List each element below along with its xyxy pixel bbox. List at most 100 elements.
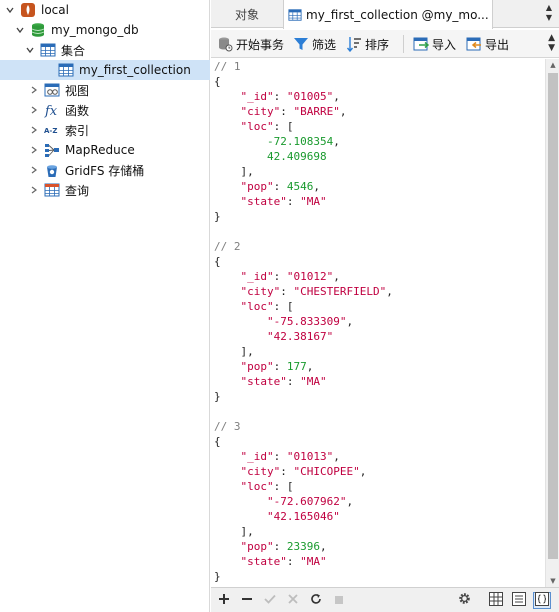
toolbar: 开始事务 筛选 排序 导入 导出 ▲ ▼: [211, 30, 559, 58]
field-value-city: "BARRE": [293, 105, 340, 118]
chevron-down-icon[interactable]: [4, 4, 16, 16]
tab-label: 对象: [234, 7, 259, 22]
settings-button[interactable]: [455, 592, 473, 609]
function-icon: fx: [44, 102, 60, 118]
chevron-right-icon[interactable]: [28, 84, 40, 96]
chevron-right-icon[interactable]: [28, 184, 40, 196]
field-value-city: "CHICOPEE": [293, 465, 360, 478]
tree-node-functions[interactable]: fx 函数: [0, 100, 210, 120]
gridfs-bucket-icon: [44, 162, 60, 178]
chevron-right-icon[interactable]: [28, 124, 40, 136]
sort-button[interactable]: 排序: [346, 33, 389, 55]
database-icon: [30, 22, 46, 38]
field-value-state: "MA": [300, 375, 327, 388]
filter-button[interactable]: 筛选: [293, 33, 336, 55]
field-key: "state": [240, 195, 287, 208]
tree-node-indexes[interactable]: A-Z 索引: [0, 120, 210, 140]
field-key: "pop": [240, 540, 274, 553]
document-text-view[interactable]: // 1{ "_id": "01005", "city": "BARRE", "…: [211, 59, 545, 587]
field-value-id: "01013": [286, 450, 334, 463]
tab-objects[interactable]: 对象: [211, 0, 283, 28]
refresh-button[interactable]: [307, 592, 325, 609]
checkmark-icon: [264, 593, 276, 609]
field-value-pop: 4546: [286, 180, 314, 193]
tree-node-label: my_mongo_db: [51, 23, 139, 37]
discard-changes-button[interactable]: [284, 592, 302, 609]
chevron-right-icon[interactable]: [28, 144, 40, 156]
navigation-tree: local my_mongo_db 集合 my_first_collection: [0, 0, 210, 612]
chevron-up-icon[interactable]: ▲: [543, 3, 555, 13]
import-button[interactable]: 导入: [413, 33, 456, 55]
document-list: // 1{ "_id": "01005", "city": "BARRE", "…: [211, 59, 545, 584]
field-value-id: "01012": [286, 270, 334, 283]
document-block: // 3{ "_id": "01013", "city": "CHICOPEE"…: [214, 420, 367, 583]
close-icon: [287, 593, 299, 609]
brace-open: {: [214, 75, 221, 88]
brace-close: }: [214, 210, 221, 223]
field-key: "_id": [240, 450, 274, 463]
field-value-longitude: "-75.833309": [266, 315, 347, 328]
export-button[interactable]: 导出: [466, 33, 509, 55]
document-index-comment: // 3: [214, 420, 241, 433]
field-key: "state": [240, 555, 287, 568]
tree-node-mapreduce[interactable]: MapReduce: [0, 140, 210, 160]
toolbar-label: 开始事务: [236, 37, 285, 52]
scroll-down-arrow-icon[interactable]: ▼: [546, 575, 559, 587]
delete-document-button[interactable]: [238, 592, 256, 609]
field-key: "loc": [240, 480, 274, 493]
toolbar-label: 筛选: [312, 37, 337, 52]
field-value-longitude: -72.108354: [266, 135, 334, 148]
brace-open: {: [214, 435, 221, 448]
export-icon: [466, 36, 482, 52]
json-view-button[interactable]: [533, 591, 551, 609]
document-block: // 1{ "_id": "01005", "city": "BARRE", "…: [214, 60, 347, 223]
filter-funnel-icon: [293, 36, 309, 52]
document-block: // 2{ "_id": "01012", "city": "CHESTERFI…: [214, 240, 393, 403]
form-view-icon: [512, 591, 526, 610]
scroll-up-arrow-icon[interactable]: ▲: [546, 59, 559, 71]
apply-changes-button[interactable]: [261, 592, 279, 609]
document-index-comment: // 1: [214, 60, 241, 73]
field-key: "city": [240, 105, 281, 118]
tree-node-local[interactable]: local: [0, 0, 210, 20]
field-value-longitude: "-72.607962": [266, 495, 347, 508]
tree-node-collections[interactable]: 集合: [0, 40, 210, 60]
scrollbar-thumb[interactable]: [548, 73, 558, 559]
brace-open: {: [214, 255, 221, 268]
form-view-button[interactable]: [510, 591, 528, 610]
tree-node-views[interactable]: 视图: [0, 80, 210, 100]
tree-node-queries[interactable]: 查询: [0, 180, 210, 200]
chevron-right-icon[interactable]: [28, 104, 40, 116]
chevron-down-icon[interactable]: ▼: [543, 13, 555, 23]
tab-collection[interactable]: my_first_collection @my_mo...: [283, 0, 493, 29]
grid-view-button[interactable]: [487, 591, 505, 609]
chevron-right-icon[interactable]: [28, 164, 40, 176]
chevron-down-icon[interactable]: [24, 44, 36, 56]
field-value-id: "01005": [286, 90, 334, 103]
field-key: "loc": [240, 120, 274, 133]
add-document-button[interactable]: [215, 592, 233, 609]
field-key: "_id": [240, 270, 274, 283]
toolbar-overflow-button[interactable]: ▲ ▼: [548, 33, 555, 53]
table-icon: [58, 62, 74, 78]
minus-icon: [241, 593, 253, 609]
tree-node-database[interactable]: my_mongo_db: [0, 20, 210, 40]
gear-icon: [458, 592, 471, 609]
toolbar-divider: [403, 35, 404, 53]
tree-node-label: my_first_collection: [79, 63, 191, 77]
brace-close: }: [214, 570, 221, 583]
tree-node-label: 视图: [65, 83, 90, 98]
transaction-icon: [217, 36, 233, 52]
field-value-state: "MA": [300, 555, 327, 568]
document-index-comment: // 2: [214, 240, 241, 253]
stop-button[interactable]: [330, 592, 348, 609]
table-icon: [288, 8, 302, 22]
chevron-down-icon[interactable]: [14, 24, 26, 36]
toolbar-label: 排序: [365, 37, 390, 52]
vertical-scrollbar[interactable]: ▲ ▼: [545, 59, 559, 587]
tree-node-collection-item[interactable]: my_first_collection: [0, 60, 210, 80]
tab-scroll-arrows[interactable]: ▲ ▼: [543, 3, 555, 25]
svg-text:A-Z: A-Z: [44, 127, 57, 135]
begin-transaction-button[interactable]: 开始事务: [217, 33, 284, 55]
tree-node-gridfs[interactable]: GridFS 存储桶: [0, 160, 210, 180]
